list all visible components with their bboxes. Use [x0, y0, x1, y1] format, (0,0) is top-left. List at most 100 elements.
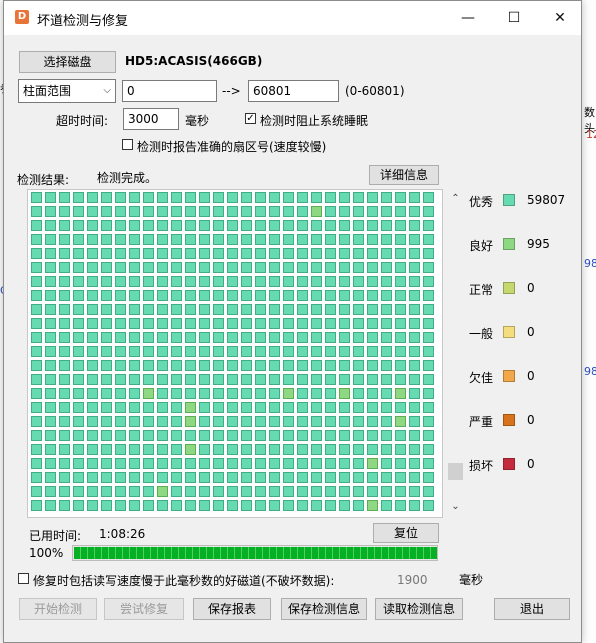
- sector-block: [171, 360, 182, 371]
- sector-block: [283, 234, 294, 245]
- sector-block: [241, 430, 252, 441]
- sector-block: [325, 332, 336, 343]
- minimize-button[interactable]: —: [445, 1, 491, 35]
- sector-block: [199, 206, 210, 217]
- sector-block: [395, 318, 406, 329]
- sector-block: [213, 416, 224, 427]
- sector-block: [409, 332, 420, 343]
- sector-block: [199, 500, 210, 511]
- sector-block: [241, 220, 252, 231]
- sector-map-scrollbar[interactable]: ⌃ ⌄: [447, 189, 464, 518]
- sector-block: [101, 388, 112, 399]
- sector-block: [367, 360, 378, 371]
- legend-count: 59807: [527, 193, 566, 207]
- legend-count: 995: [527, 237, 550, 251]
- sector-block: [353, 374, 364, 385]
- sector-block: [255, 192, 266, 203]
- sector-block: [255, 458, 266, 469]
- sector-block: [143, 290, 154, 301]
- title-bar[interactable]: D 坏道检测与修复 — ☐ ✕: [4, 1, 581, 35]
- sector-block: [255, 472, 266, 483]
- range-start-input[interactable]: 0: [122, 80, 217, 102]
- sector-block: [255, 206, 266, 217]
- load-info-button[interactable]: 读取检测信息: [375, 598, 463, 620]
- sector-block: [367, 290, 378, 301]
- prevent-sleep-checkbox[interactable]: ✓: [245, 113, 256, 124]
- sector-block: [101, 192, 112, 203]
- sector-block: [31, 206, 42, 217]
- sector-block: [101, 374, 112, 385]
- sector-block: [213, 206, 224, 217]
- sector-block: [59, 220, 70, 231]
- maximize-button[interactable]: ☐: [491, 1, 537, 35]
- start-scan-button[interactable]: 开始检测: [19, 598, 97, 620]
- sector-block: [227, 374, 238, 385]
- sector-block: [339, 206, 350, 217]
- sector-block: [339, 304, 350, 315]
- try-repair-button[interactable]: 尝试修复: [104, 598, 184, 620]
- details-button[interactable]: 详细信息: [369, 165, 439, 185]
- sector-block: [59, 206, 70, 217]
- sector-block: [185, 220, 196, 231]
- sector-block: [311, 472, 322, 483]
- exit-button[interactable]: 退出: [494, 598, 570, 620]
- repair-slow-checkbox[interactable]: [18, 573, 29, 584]
- range-end-input[interactable]: 60801: [248, 80, 339, 102]
- sector-block: [339, 374, 350, 385]
- sector-block: [325, 430, 336, 441]
- timeout-input[interactable]: 3000: [123, 108, 179, 130]
- sector-block: [339, 248, 350, 259]
- scroll-thumb[interactable]: [448, 463, 463, 480]
- report-sector-checkbox[interactable]: [122, 139, 133, 150]
- scroll-down-icon[interactable]: ⌄: [447, 501, 464, 512]
- sector-block: [45, 500, 56, 511]
- sector-block: [255, 318, 266, 329]
- sector-block: [297, 416, 308, 427]
- sector-block: [325, 262, 336, 273]
- sector-block: [129, 500, 140, 511]
- background-text: 98: [584, 257, 596, 270]
- save-report-button[interactable]: 保存报表: [193, 598, 271, 620]
- sector-block: [199, 234, 210, 245]
- sector-block: [45, 262, 56, 273]
- sector-block: [283, 290, 294, 301]
- sector-block: [115, 402, 126, 413]
- range-arrow: -->: [222, 84, 241, 98]
- save-info-button[interactable]: 保存检测信息: [281, 598, 367, 620]
- sector-block: [185, 262, 196, 273]
- sector-block: [395, 220, 406, 231]
- sector-block: [199, 444, 210, 455]
- sector-block: [199, 416, 210, 427]
- sector-block: [45, 374, 56, 385]
- range-mode-select[interactable]: 柱面范围 ⌵: [18, 79, 116, 103]
- sector-block: [395, 486, 406, 497]
- sector-block: [339, 430, 350, 441]
- sector-block: [59, 248, 70, 259]
- sector-block: [213, 332, 224, 343]
- sector-block: [129, 192, 140, 203]
- sector-block: [381, 402, 392, 413]
- sector-block: [59, 262, 70, 273]
- sector-block: [297, 304, 308, 315]
- sector-block: [115, 192, 126, 203]
- sector-block: [325, 206, 336, 217]
- scroll-up-icon[interactable]: ⌃: [447, 193, 464, 204]
- sector-block: [381, 332, 392, 343]
- sector-block: [353, 276, 364, 287]
- sector-block: [227, 192, 238, 203]
- sector-block: [143, 206, 154, 217]
- repair-slow-value[interactable]: 1900: [397, 573, 428, 587]
- sector-block: [269, 262, 280, 273]
- sector-block: [73, 332, 84, 343]
- sector-block: [381, 318, 392, 329]
- reset-button[interactable]: 复位: [373, 523, 439, 543]
- sector-block: [59, 332, 70, 343]
- sector-block: [185, 346, 196, 357]
- sector-block: [325, 444, 336, 455]
- select-disk-button[interactable]: 选择磁盘: [19, 51, 116, 73]
- sector-block: [395, 458, 406, 469]
- sector-block: [115, 234, 126, 245]
- close-button[interactable]: ✕: [537, 1, 583, 35]
- sector-block: [157, 332, 168, 343]
- sector-block: [269, 402, 280, 413]
